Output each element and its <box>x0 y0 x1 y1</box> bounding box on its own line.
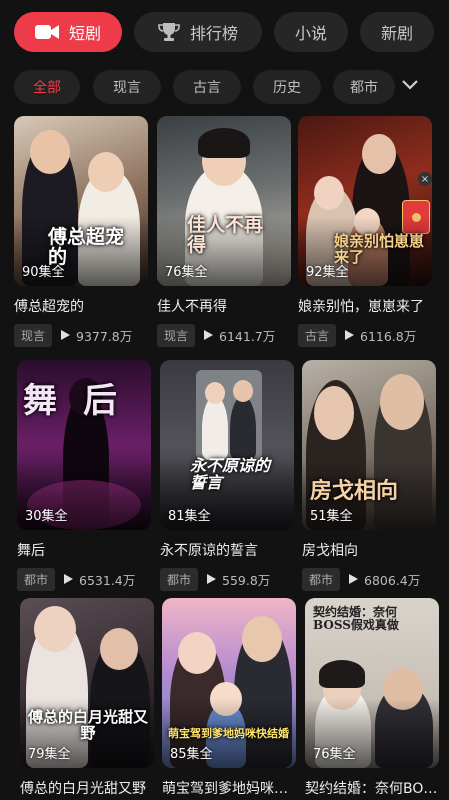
episode-count: 79集全 <box>28 747 71 762</box>
tab-new-drama[interactable]: 新剧 <box>360 12 434 52</box>
poster-title-art: 永不原谅的誓言 <box>190 456 271 492</box>
trophy-icon <box>158 21 180 43</box>
drama-poster[interactable]: 傅总的白月光甜又野 79集全 <box>20 598 154 768</box>
drama-card[interactable]: 契约结婚：奈何BOSS假戏真做 76集全 契约结婚：奈何BOSS假戏真做 <box>305 598 439 798</box>
category-chip-modern-romance[interactable]: 现言 <box>93 70 161 104</box>
drama-card[interactable]: 萌宝驾到爹地妈咪快结婚 85集全 萌宝驾到爹地妈咪快结婚 <box>162 598 296 798</box>
drama-title[interactable]: 房戈相向 <box>302 540 436 560</box>
close-icon[interactable]: × <box>418 172 432 186</box>
drama-poster[interactable]: 房戈相向 51集全 <box>302 360 436 530</box>
view-count: 9377.8万 <box>76 328 133 344</box>
drama-card[interactable]: 永不原谅的誓言 81集全 永不原谅的誓言 都市 559.8万 <box>160 360 294 591</box>
view-count: 6116.8万 <box>360 328 417 344</box>
chip-label: 全部 <box>33 80 61 96</box>
chip-label: 古言 <box>193 80 221 96</box>
drama-poster[interactable]: × 娘亲别怕崽崽来了 92集全 <box>298 116 432 286</box>
play-icon <box>207 574 217 584</box>
view-count: 6141.7万 <box>219 328 276 344</box>
poster-title-art: 契约结婚：奈何BOSS假戏真做 <box>313 605 399 632</box>
drama-meta: 古言 6116.8万 <box>298 323 432 347</box>
category-chip-history[interactable]: 历史 <box>253 70 321 104</box>
drama-title[interactable]: 傅总超宠的 <box>14 296 148 316</box>
tab-label: 新剧 <box>380 24 413 43</box>
tab-ranking[interactable]: 排行榜 <box>134 12 262 52</box>
play-icon <box>204 330 214 340</box>
chevron-down-icon[interactable] <box>398 72 422 96</box>
drama-poster[interactable]: 佳人不再得 76集全 <box>157 116 291 286</box>
episode-count: 30集全 <box>25 509 68 524</box>
drama-poster[interactable]: 舞后 30集全 <box>17 360 151 530</box>
genre-tag: 古言 <box>298 323 337 347</box>
tab-novel[interactable]: 小说 <box>274 12 348 52</box>
drama-card[interactable]: × 娘亲别怕崽崽来了 92集全 娘亲别怕，崽崽来了 古言 6116.8万 <box>298 116 432 347</box>
episode-count: 85集全 <box>170 747 213 762</box>
episode-count: 90集全 <box>22 265 65 280</box>
category-chip-all[interactable]: 全部 <box>14 70 80 104</box>
poster-title-art: 佳人不再得 <box>187 214 264 256</box>
poster-title-art: 傅总的白月光甜又野 <box>27 708 148 742</box>
category-chip-urban[interactable]: 都市 <box>333 70 395 104</box>
tab-label: 排行榜 <box>189 24 238 43</box>
poster-title-art: 房戈相向 <box>310 478 399 504</box>
genre-tag: 都市 <box>17 567 56 591</box>
chip-label: 都市 <box>350 80 378 96</box>
drama-card[interactable]: 傅总的白月光甜又野 79集全 傅总的白月光甜又野 <box>20 598 154 798</box>
view-count: 6531.4万 <box>79 572 136 588</box>
drama-meta: 都市 6806.4万 <box>302 567 436 591</box>
play-icon <box>64 574 74 584</box>
tab-label: 小说 <box>294 24 327 43</box>
view-count: 559.8万 <box>222 572 271 588</box>
drama-poster[interactable]: 傅总超宠的 90集全 <box>14 116 148 286</box>
drama-title[interactable]: 契约结婚：奈何BOSS假戏真做 <box>305 778 439 798</box>
drama-poster[interactable]: 契约结婚：奈何BOSS假戏真做 76集全 <box>305 598 439 768</box>
poster-title-art: 萌宝驾到爹地妈咪快结婚 <box>168 727 289 740</box>
category-chip-ancient-romance[interactable]: 古言 <box>173 70 241 104</box>
drama-poster[interactable]: 萌宝驾到爹地妈咪快结婚 85集全 <box>162 598 296 768</box>
chip-label: 现言 <box>113 80 141 96</box>
episode-count: 92集全 <box>306 265 349 280</box>
tab-label: 短剧 <box>68 24 101 43</box>
video-camera-icon <box>34 23 59 41</box>
drama-poster[interactable]: 永不原谅的誓言 81集全 <box>160 360 294 530</box>
drama-title[interactable]: 娘亲别怕，崽崽来了 <box>298 296 432 316</box>
tab-short-drama[interactable]: 短剧 <box>14 12 122 52</box>
episode-count: 76集全 <box>165 265 208 280</box>
drama-title[interactable]: 佳人不再得 <box>157 296 291 316</box>
drama-title[interactable]: 舞后 <box>17 540 151 560</box>
drama-title[interactable]: 萌宝驾到爹地妈咪快结婚 <box>162 778 296 798</box>
episode-count: 81集全 <box>168 509 211 524</box>
drama-meta: 都市 559.8万 <box>160 567 294 591</box>
episode-count: 51集全 <box>310 509 353 524</box>
genre-tag: 现言 <box>157 323 196 347</box>
drama-card[interactable]: 房戈相向 51集全 房戈相向 都市 6806.4万 <box>302 360 436 591</box>
drama-card[interactable]: 佳人不再得 76集全 佳人不再得 现言 6141.7万 <box>157 116 291 347</box>
drama-meta: 现言 6141.7万 <box>157 323 291 347</box>
drama-meta: 现言 9377.8万 <box>14 323 148 347</box>
play-icon <box>61 330 71 340</box>
drama-card[interactable]: 傅总超宠的 90集全 傅总超宠的 现言 9377.8万 <box>14 116 148 347</box>
genre-tag: 现言 <box>14 323 53 347</box>
drama-meta: 都市 6531.4万 <box>17 567 151 591</box>
poster-title-art: 舞后 <box>23 381 143 421</box>
chip-label: 历史 <box>273 80 301 96</box>
episode-count: 76集全 <box>313 747 356 762</box>
genre-tag: 都市 <box>160 567 199 591</box>
drama-title[interactable]: 傅总的白月光甜又野 <box>20 778 154 798</box>
drama-title[interactable]: 永不原谅的誓言 <box>160 540 294 560</box>
view-count: 6806.4万 <box>364 572 421 588</box>
drama-card[interactable]: 舞后 30集全 舞后 都市 6531.4万 <box>17 360 151 591</box>
top-tab-bar: 短剧 排行榜 小说 新剧 <box>0 0 449 64</box>
play-icon <box>349 574 359 584</box>
play-icon <box>345 330 355 340</box>
genre-tag: 都市 <box>302 567 341 591</box>
